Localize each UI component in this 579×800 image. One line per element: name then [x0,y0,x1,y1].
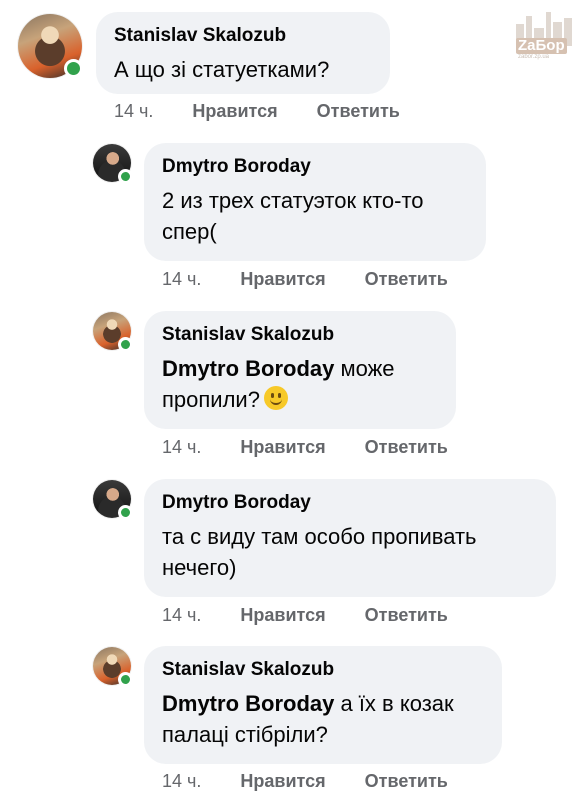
reply-button[interactable]: Ответить [365,605,448,625]
like-button[interactable]: Нравится [240,771,325,791]
online-status-icon [118,337,133,352]
comment-author[interactable]: Dmytro Boroday [162,155,468,179]
zabor-watermark-logo: ZaБор zabor.zp.ua [514,10,576,60]
comment-text: Dmytro Boroday а їх в козак палаці стібр… [162,691,454,747]
smiling-face-emoji-icon [263,386,288,410]
comment-actions: 14 ч. Нравится Ответить [162,269,448,290]
comment-author[interactable]: Stanislav Skalozub [162,658,484,682]
watermark-site: zabor.zp.ua [518,54,550,60]
comment-text: та с виду там особо пропивать нечего) [162,524,477,580]
comment-text: Dmytro Boroday може пропили? [162,356,395,412]
comment-actions: 14 ч. Нравится Ответить [162,437,448,458]
comment-actions: 14 ч. Нравится Ответить [114,101,400,122]
comment-time[interactable]: 14 ч. [162,605,201,625]
online-status-icon [64,59,83,78]
comment-time[interactable]: 14 ч. [114,101,153,121]
comment-author[interactable]: Dmytro Boroday [162,491,538,515]
comment-time[interactable]: 14 ч. [162,771,201,791]
reply-button[interactable]: Ответить [365,437,448,457]
reply-button[interactable]: Ответить [365,269,448,289]
online-status-icon [118,169,133,184]
comment-bubble: Stanislav Skalozub Dmytro Boroday а їх в… [144,646,502,764]
online-status-icon [118,505,133,520]
mention-link[interactable]: Dmytro Boroday [162,691,334,716]
comment-bubble: Stanislav Skalozub А що зі статуетками? [96,12,390,94]
comment-author[interactable]: Stanislav Skalozub [162,323,438,347]
reply-button[interactable]: Ответить [317,101,400,121]
like-button[interactable]: Нравится [240,605,325,625]
comment-bubble: Dmytro Boroday 2 из трех статуэток кто-т… [144,143,486,261]
like-button[interactable]: Нравится [240,269,325,289]
comment-actions: 14 ч. Нравится Ответить [162,771,448,792]
comment-time[interactable]: 14 ч. [162,269,201,289]
comment-author[interactable]: Stanislav Skalozub [114,24,372,48]
watermark-brand: ZaБор [516,37,567,54]
comment-actions: 14 ч. Нравится Ответить [162,605,448,626]
comment-bubble: Stanislav Skalozub Dmytro Boroday може п… [144,311,456,429]
online-status-icon [118,672,133,687]
reply-button[interactable]: Ответить [365,771,448,791]
mention-link[interactable]: Dmytro Boroday [162,356,334,381]
comment-bubble: Dmytro Boroday та с виду там особо пропи… [144,479,556,597]
like-button[interactable]: Нравится [192,101,277,121]
comment-text: 2 из трех статуэток кто-то спер( [162,188,424,244]
comment-time[interactable]: 14 ч. [162,437,201,457]
comment-text: А що зі статуетками? [114,57,330,82]
like-button[interactable]: Нравится [240,437,325,457]
